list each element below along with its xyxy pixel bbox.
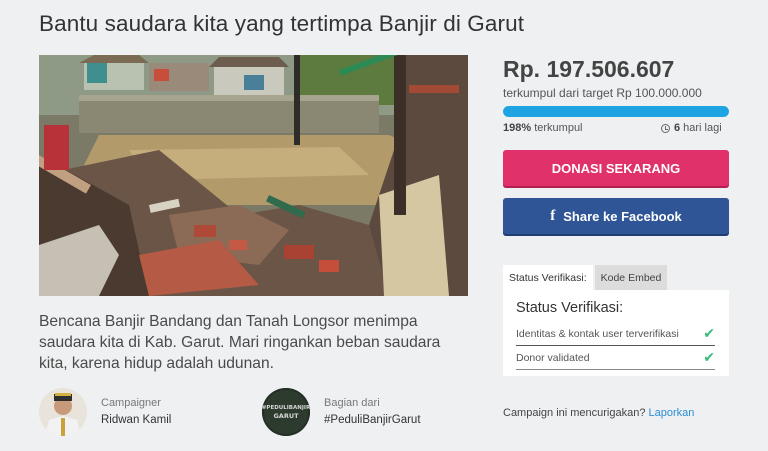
tab-status-verifikasi[interactable]: Status Verifikasi: <box>503 265 593 290</box>
campaigner-avatar[interactable] <box>39 388 87 436</box>
verification-title: Status Verifikasi: <box>516 300 624 316</box>
campaigner-name[interactable]: Ridwan Kamil <box>101 412 171 428</box>
svg-text:GARUT: GARUT <box>273 412 299 420</box>
campaign-description: Bencana Banjir Bandang dan Tanah Longsor… <box>39 313 441 372</box>
funding-progress-fill <box>503 106 729 117</box>
flood-photo-icon <box>39 55 468 296</box>
collected-amount: Rp. 197.506.607 <box>503 56 675 82</box>
person-avatar-icon <box>39 388 87 436</box>
verification-item: Donor validated ✔ <box>516 346 715 370</box>
clock-icon <box>661 123 670 133</box>
funding-progress-bar <box>503 106 729 117</box>
campaign-group[interactable]: #PEDULIBANJIR GARUT Bagian dari #PeduliB… <box>262 388 421 436</box>
tab-kode-embed[interactable]: Kode Embed <box>594 265 668 290</box>
report-question: Campaign ini mencurigakan? <box>503 407 646 419</box>
svg-text:#PEDULIBANJIR: #PEDULIBANJIR <box>262 405 310 411</box>
verification-item-label: Donor validated <box>516 351 590 364</box>
verification-item-label: Identitas & kontak user terverifikasi <box>516 327 679 340</box>
check-icon: ✔ <box>703 349 715 365</box>
days-value: 6 <box>674 122 681 134</box>
days-suffix: hari lagi <box>683 122 722 134</box>
facebook-icon: f <box>550 207 556 224</box>
group-badge-icon: #PEDULIBANJIR GARUT <box>262 388 310 436</box>
verification-tabs: Status Verifikasi: Kode Embed <box>503 265 668 290</box>
percent-value: 198% <box>503 122 532 134</box>
group-name[interactable]: #PeduliBanjirGarut <box>324 412 421 428</box>
share-facebook-button[interactable]: f Share ke Facebook <box>503 198 729 234</box>
campaign-photo <box>39 55 468 296</box>
check-icon: ✔ <box>703 325 715 341</box>
target-text: terkumpul dari target Rp 100.000.000 <box>503 86 702 100</box>
group-avatar[interactable]: #PEDULIBANJIR GARUT <box>262 388 310 436</box>
days-left: 6 hari lagi <box>661 122 722 134</box>
report-campaign: Campaign ini mencurigakan? Laporkan <box>503 407 694 419</box>
report-link[interactable]: Laporkan <box>649 407 695 419</box>
verification-item: Identitas & kontak user terverifikasi ✔ <box>516 322 715 346</box>
campaigner-label: Campaigner <box>101 397 161 409</box>
share-facebook-label: Share ke Facebook <box>563 208 682 224</box>
page-title: Bantu saudara kita yang tertimpa Banjir … <box>39 11 525 36</box>
verification-panel: Status Verifikasi: Identitas & kontak us… <box>503 290 729 376</box>
group-label: Bagian dari <box>324 397 380 409</box>
campaigner[interactable]: Campaigner Ridwan Kamil <box>39 388 171 436</box>
percent-suffix: terkumpul <box>534 122 583 134</box>
donate-button[interactable]: DONASI SEKARANG <box>503 150 729 186</box>
percent-collected: 198% terkumpul <box>503 122 583 134</box>
